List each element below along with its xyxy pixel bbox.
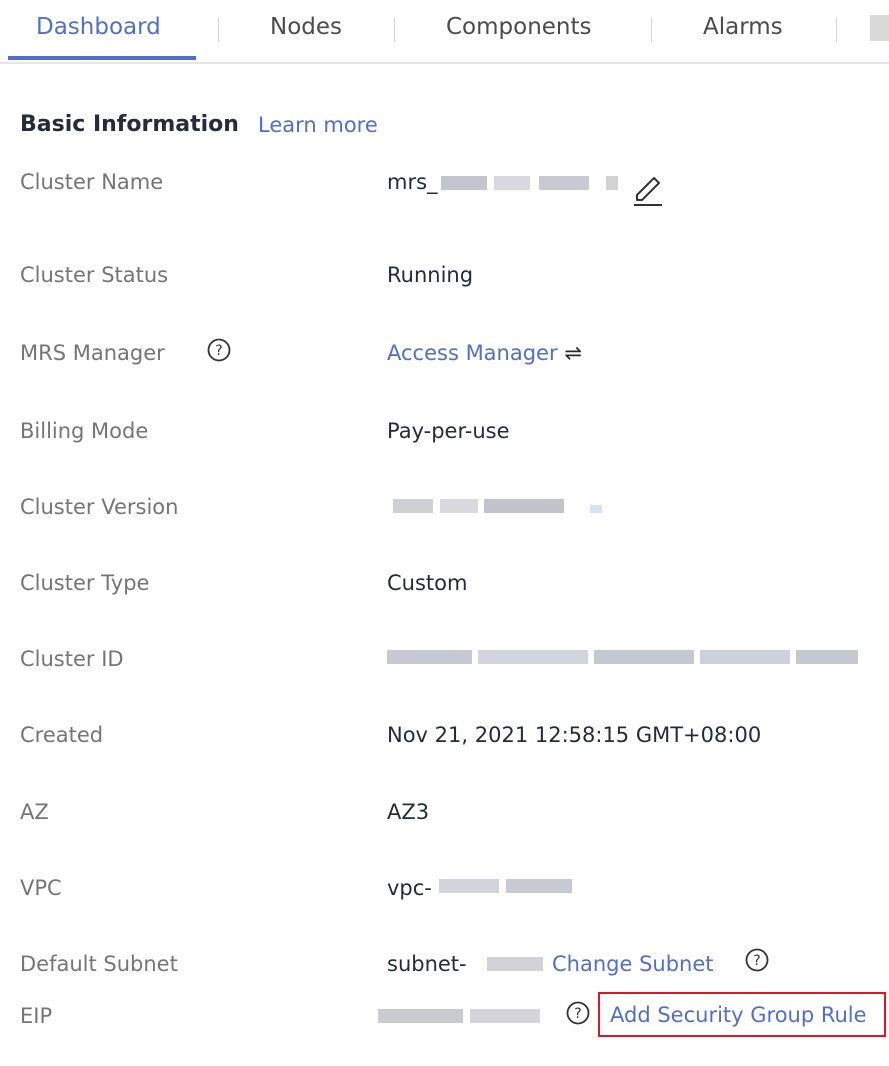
redacted-text [590, 505, 602, 513]
redacted-text [494, 176, 530, 190]
tab-separator [394, 18, 395, 42]
access-manager-link[interactable]: Access Manager [387, 341, 558, 365]
tab-dashboard[interactable]: Dashboard [36, 14, 161, 40]
redacted-text [440, 499, 478, 513]
mrs-manager-label: MRS Manager [20, 341, 165, 365]
svg-text:?: ? [753, 953, 760, 969]
redacted-text [606, 176, 618, 190]
svg-text:?: ? [215, 343, 222, 359]
redacted-text [594, 650, 694, 664]
tab-bar: Dashboard Nodes Components Alarms [0, 0, 889, 64]
cluster-name-value: mrs_ [387, 170, 438, 194]
cluster-status-value: Running [387, 263, 474, 287]
redacted-text [484, 499, 564, 513]
default-subnet-value: subnet- [387, 952, 467, 976]
tab-separator [218, 18, 219, 42]
billing-mode-label: Billing Mode [20, 419, 149, 443]
redacted-text [700, 650, 790, 664]
add-security-group-rule-link[interactable]: Add Security Group Rule [610, 1003, 867, 1027]
question-circle-icon[interactable]: ? [566, 1001, 590, 1025]
question-circle-icon[interactable]: ? [207, 338, 231, 362]
tab-alarms[interactable]: Alarms [703, 14, 783, 40]
redacted-text [441, 176, 487, 190]
created-label: Created [20, 723, 104, 747]
question-circle-icon[interactable]: ? [745, 948, 769, 972]
redacted-text [487, 957, 543, 971]
section-title: Basic Information [20, 112, 239, 137]
redacted-text [439, 879, 499, 893]
cluster-id-label: Cluster ID [20, 647, 124, 671]
redacted-text [470, 1009, 540, 1023]
cluster-name-label: Cluster Name [20, 170, 164, 194]
tab-separator [651, 18, 652, 42]
tab-components[interactable]: Components [446, 14, 592, 40]
redacted-text [478, 650, 588, 664]
vpc-label: VPC [20, 876, 62, 900]
redacted-text [539, 176, 589, 190]
pencil-icon[interactable] [632, 171, 664, 207]
cluster-status-label: Cluster Status [20, 263, 169, 287]
svg-text:?: ? [574, 1006, 581, 1022]
cluster-version-label: Cluster Version [20, 495, 179, 519]
active-tab-indicator [8, 56, 196, 60]
learn-more-link[interactable]: Learn more [258, 113, 378, 137]
tab-separator [836, 18, 837, 42]
redacted-text [387, 650, 472, 664]
redacted-text [378, 1009, 463, 1023]
billing-mode-value: Pay-per-use [387, 419, 510, 443]
change-subnet-link[interactable]: Change Subnet [552, 952, 714, 976]
vpc-value: vpc- [387, 876, 432, 900]
redacted-text [796, 650, 858, 664]
redacted-text [393, 499, 433, 513]
redacted-text [506, 879, 572, 893]
tab-overflow[interactable] [870, 15, 889, 41]
az-value: AZ3 [387, 800, 430, 824]
tab-nodes[interactable]: Nodes [270, 14, 342, 40]
switch-arrows-icon: ⇌ [564, 341, 582, 365]
access-manager-row: Access Manager ⇌ [387, 341, 582, 365]
cluster-type-value: Custom [387, 571, 468, 595]
az-label: AZ [20, 800, 49, 824]
default-subnet-label: Default Subnet [20, 952, 178, 976]
eip-label: EIP [20, 1004, 53, 1028]
cluster-type-label: Cluster Type [20, 571, 150, 595]
created-value: Nov 21, 2021 12:58:15 GMT+08:00 [387, 723, 762, 747]
